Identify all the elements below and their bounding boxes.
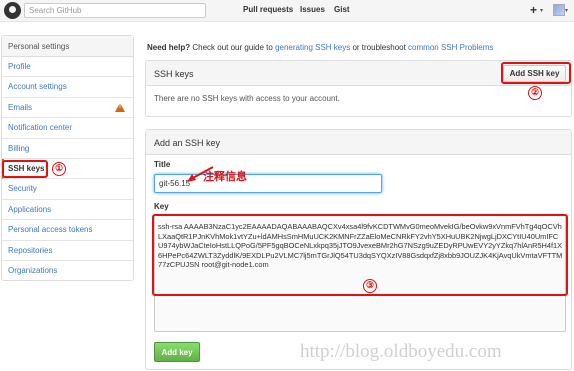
sidebar-item-label: Applications [8, 204, 52, 214]
add-key-title: Add an SSH key [154, 138, 221, 148]
sidebar-item-label: Security [8, 184, 37, 194]
avatar[interactable] [553, 4, 565, 16]
warning-icon [115, 102, 125, 112]
sidebar-item-label: Account settings [8, 82, 67, 92]
sidebar-item-notification-center[interactable]: Notification center [2, 118, 133, 139]
common-ssh-problems-link[interactable]: common SSH Problems [408, 43, 493, 52]
sidebar-item-billing[interactable]: Billing [2, 139, 133, 159]
chevron-down-icon[interactable]: ▾ [540, 7, 543, 14]
sidebar-item-emails[interactable]: Emails [2, 98, 133, 119]
sidebar-item-label: Organizations [8, 265, 58, 275]
sidebar-item-security[interactable]: Security [2, 179, 133, 200]
help-text: Need help? Check out our guide to genera… [147, 43, 493, 52]
annotation-highlight-add-ssh-key [501, 62, 571, 84]
github-logo-icon[interactable] [4, 2, 21, 19]
plus-icon[interactable]: + [530, 3, 537, 17]
ssh-keys-title: SSH keys [154, 69, 194, 79]
annotation-number-2: ② [528, 86, 542, 100]
sidebar-item-organizations[interactable]: Organizations [2, 261, 133, 281]
sidebar-item-label: Notification center [8, 123, 73, 133]
sidebar-item-account-settings[interactable]: Account settings [2, 77, 133, 98]
annotation-number-3: ③ [363, 279, 377, 293]
sidebar-item-applications[interactable]: Applications [2, 200, 133, 221]
nav-gist[interactable]: Gist [334, 5, 350, 14]
help-lead: Need help? [147, 43, 191, 52]
sidebar-item-label: Emails [8, 102, 33, 112]
nav-issues[interactable]: Issues [300, 5, 325, 14]
sidebar-item-label: Profile [8, 62, 31, 71]
add-key-header: Add an SSH key [146, 130, 571, 155]
no-keys-message: There are no SSH keys with access to you… [154, 94, 340, 103]
sidebar-item-personal-access-tokens[interactable]: Personal access tokens [2, 220, 133, 241]
nav-pull-requests[interactable]: Pull requests [243, 5, 293, 14]
annotation-note: 注释信息 [203, 171, 247, 183]
generating-ssh-keys-link[interactable]: generating SSH keys [275, 43, 350, 52]
sidebar-item-label: Personal access tokens [8, 225, 93, 235]
watermark: http://blog.oldboyedu.com [300, 341, 502, 362]
annotation-highlight-ssh-keys [2, 160, 48, 178]
title-label: Title [154, 160, 171, 169]
settings-sidebar: Personal settings Profile Account settin… [1, 35, 134, 281]
annotation-highlight-key [152, 214, 568, 296]
help-text-2: or troubleshoot [350, 43, 409, 52]
sidebar-heading: Personal settings [2, 36, 133, 57]
chevron-down-icon[interactable]: ▾ [565, 7, 568, 14]
help-text-1: Check out our guide to [190, 43, 276, 52]
annotation-number-1: ① [52, 162, 66, 176]
key-label: Key [154, 202, 169, 211]
sidebar-item-profile[interactable]: Profile [2, 57, 133, 78]
search-input[interactable] [24, 3, 206, 18]
sidebar-item-label: Billing [8, 143, 30, 153]
top-header: Pull requests Issues Gist + ▾ ▾ [0, 0, 574, 22]
sidebar-item-label: Repositories [8, 245, 53, 255]
add-key-submit-button[interactable]: Add key [154, 342, 200, 362]
sidebar-item-repositories[interactable]: Repositories [2, 241, 133, 261]
